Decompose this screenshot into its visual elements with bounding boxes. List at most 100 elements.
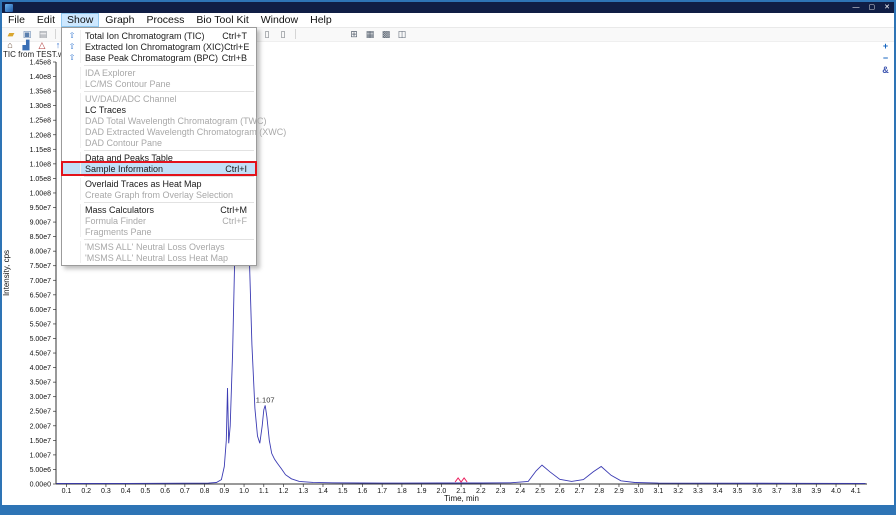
menu-icon-gutter [64,126,81,137]
menu-bio-tool-kit[interactable]: Bio Tool Kit [190,13,254,27]
menu-separator [84,64,254,66]
y-tick-label: 3.00e7 [30,394,52,401]
y-tick-label: 5.00e6 [30,467,52,474]
menu-shortcut: Ctrl+M [220,204,247,215]
zoom-controls: + − & [880,41,891,76]
menu-show[interactable]: Show [61,13,100,27]
y-tick-label: 7.50e7 [30,263,52,270]
menu-icon-gutter [64,115,81,126]
x-tick-label: 2.4 [515,488,525,495]
menu-icon-gutter [64,137,81,148]
x-tick-label: 1.1 [259,488,269,495]
menu-item-extracted-ion-chromatogram-xic[interactable]: ⇧ Extracted Ion Chromatogram (XIC) Ctrl+E [62,41,256,52]
x-tick-label: 0.9 [219,488,229,495]
menu-item-sample-information[interactable]: Sample Information Ctrl+I [61,161,257,176]
menu-item-base-peak-chromatogram-bpc[interactable]: ⇧ Base Peak Chromatogram (BPC) Ctrl+B [62,52,256,63]
menu-item-label: Base Peak Chromatogram (BPC) [85,52,219,63]
page-icon[interactable]: ▯ [261,28,273,40]
x-tick-label: 0.7 [180,488,190,495]
menu-shortcut: Ctrl+E [224,41,250,52]
menu-shortcut: Ctrl+F [222,215,247,226]
menu-icon-gutter [64,252,81,263]
x-tick-label: 2.6 [555,488,565,495]
y-tick-label: 1.10e8 [30,161,52,168]
menu-item-dad-extracted-wavelength-chromatogram-xwc[interactable]: DAD Extracted Wavelength Chromatogram (X… [62,126,286,137]
maximize-button[interactable]: ▢ [869,2,876,13]
overlay-triangle-icon[interactable]: △ [36,40,48,52]
menu-separator [84,175,254,177]
toolbar-separator [55,29,56,39]
tic-icon: ⇧ [64,30,81,41]
table-icon[interactable]: ⊞ [348,28,360,40]
menu-icon-gutter [64,163,81,174]
menu-item-ida-explorer[interactable]: IDA Explorer [62,67,256,78]
menu-graph[interactable]: Graph [99,13,140,27]
menu-item-fragments-pane[interactable]: Fragments Pane [62,226,256,237]
menu-item-dad-total-wavelength-chromatogram-twc[interactable]: DAD Total Wavelength Chromatogram (TWC) [62,115,267,126]
menu-item-label: Mass Calculators [85,204,155,215]
y-tick-label: 6.50e7 [30,292,52,299]
print-icon[interactable]: ▤ [37,28,49,40]
menu-item-label: 'MSMS ALL' Neutral Loss Heat Map [85,252,228,263]
menu-item-overlaid-traces-as-heat-map[interactable]: Overlaid Traces as Heat Map [62,178,256,189]
heatmap-icon[interactable]: ▦ [364,28,376,40]
toolbar-separator [295,29,296,39]
pages-icon[interactable]: ▯ [277,28,289,40]
menu-item-total-ion-chromatogram-tic[interactable]: ⇧ Total Ion Chromatogram (TIC) Ctrl+T [62,30,256,41]
menu-item-msms-all-neutral-loss-overlays[interactable]: 'MSMS ALL' Neutral Loss Overlays [62,241,256,252]
x-tick-label: 3.2 [673,488,683,495]
close-button[interactable]: ✕ [884,2,890,13]
zoom-in-button[interactable]: + [880,41,891,52]
x-tick-label: 3.8 [792,488,802,495]
menu-icon-gutter [64,93,81,104]
y-tick-label: 6.00e7 [30,307,52,314]
menu-icon-gutter [64,204,81,215]
menu-item-uv-dad-adc-channel[interactable]: UV/DAD/ADC Channel [62,93,256,104]
minimize-button[interactable]: — [853,2,860,13]
x-tick-label: 1.6 [358,488,368,495]
menu-separator [84,201,254,203]
y-tick-label: 2.50e7 [30,409,52,416]
menu-item-lc-traces[interactable]: LC Traces [62,104,256,115]
menu-separator [84,90,254,92]
menu-item-data-and-peaks-table[interactable]: Data and Peaks Table [62,152,256,163]
menu-item-label: IDA Explorer [85,67,136,78]
menu-item-mass-calculators[interactable]: Mass Calculators Ctrl+M [62,204,256,215]
menu-window[interactable]: Window [255,13,304,27]
home-icon[interactable]: ⌂ [4,40,16,52]
spectrum-icon[interactable]: ▟ [20,40,32,52]
overlay-panes-icon[interactable]: ◫ [396,28,408,40]
y-tick-label: 4.50e7 [30,351,52,358]
menu-help[interactable]: Help [304,13,338,27]
menu-icon-gutter [64,67,81,78]
menu-process[interactable]: Process [140,13,190,27]
x-tick-label: 3.1 [654,488,664,495]
menu-item-msms-all-neutral-loss-heat-map[interactable]: 'MSMS ALL' Neutral Loss Heat Map [62,252,256,263]
y-tick-label: 1.25e8 [30,118,52,125]
x-tick-label: 3.7 [772,488,782,495]
contour-icon[interactable]: ▩ [380,28,392,40]
menu-shortcut: Ctrl+I [225,163,247,174]
x-tick-label: 4.0 [831,488,841,495]
menu-item-label: Fragments Pane [85,226,152,237]
y-tick-label: 1.20e8 [30,132,52,139]
save-icon[interactable]: ▣ [21,28,33,40]
link-button[interactable]: & [880,65,891,76]
menu-edit[interactable]: Edit [31,13,61,27]
app-icon [5,3,13,12]
x-tick-label: 2.3 [496,488,506,495]
menu-icon-gutter [64,78,81,89]
menu-file[interactable]: File [2,13,31,27]
menu-item-dad-contour-pane[interactable]: DAD Contour Pane [62,137,256,148]
x-tick-label: 1.9 [417,488,427,495]
x-tick-label: 4.1 [851,488,861,495]
zoom-out-button[interactable]: − [880,53,891,64]
menu-item-create-graph-from-overlay-selection[interactable]: Create Graph from Overlay Selection [62,189,256,200]
menu-item-label: Formula Finder [85,215,147,226]
menu-item-lc-ms-contour-pane[interactable]: LC/MS Contour Pane [62,78,256,89]
menu-item-label: Sample Information [85,163,164,174]
window-controls: — ▢ ✕ [853,2,891,13]
x-tick-label: 3.0 [634,488,644,495]
menu-item-formula-finder[interactable]: Formula Finder Ctrl+F [62,215,256,226]
open-folder-icon[interactable]: ▰ [5,28,17,40]
